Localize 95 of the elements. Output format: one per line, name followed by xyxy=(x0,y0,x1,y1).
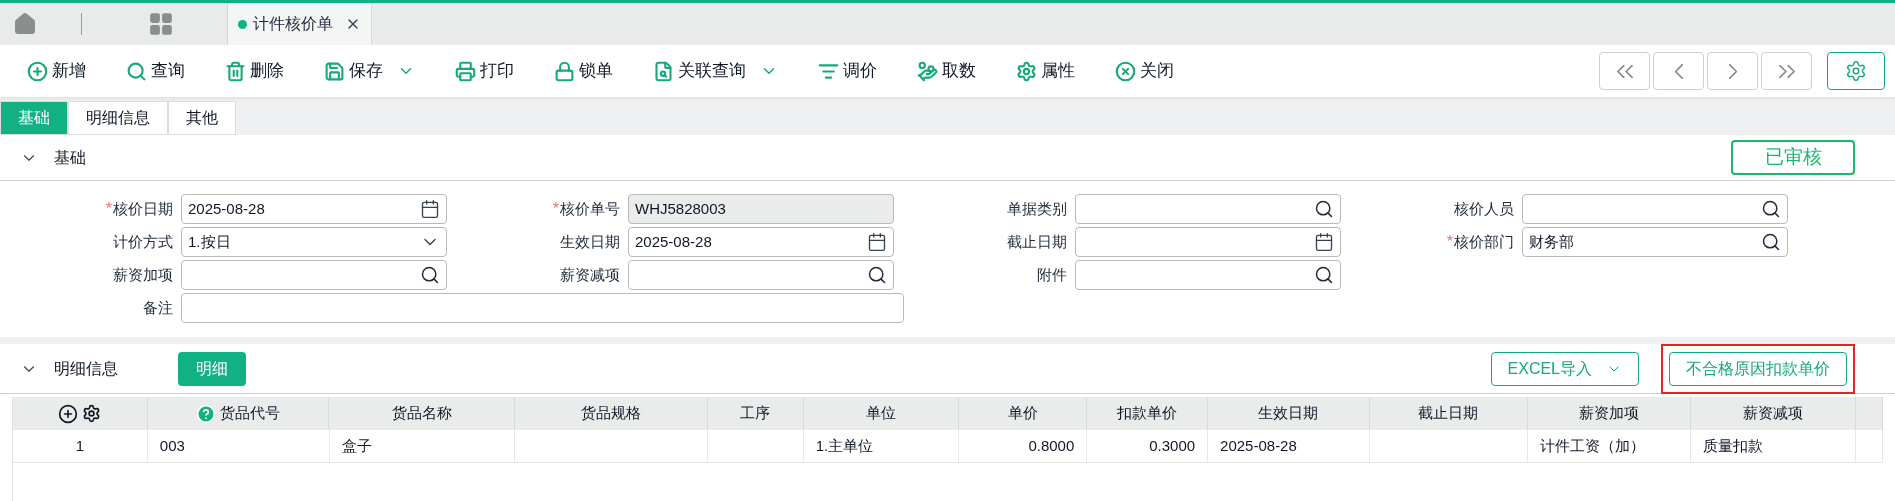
toolbar-button[interactable]: 保存 xyxy=(324,58,415,84)
search-icon[interactable] xyxy=(420,265,440,285)
help-icon[interactable] xyxy=(196,403,217,424)
document-tab[interactable]: 计件核价单 xyxy=(227,3,372,45)
column-header: 薪资加项 xyxy=(1578,403,1639,424)
toolbar-button[interactable]: 删除 xyxy=(225,58,284,84)
input-field[interactable]: 2025-08-28 xyxy=(181,194,447,224)
tab[interactable]: 其他 xyxy=(168,101,236,135)
field-label: 核价人员 xyxy=(1454,198,1514,219)
required-mark: * xyxy=(1446,232,1453,252)
toolbar-button[interactable]: 取数 xyxy=(917,58,976,84)
column-header: 货品规格 xyxy=(581,403,642,424)
column-header: 工序 xyxy=(740,403,771,424)
field-label: 单据类别 xyxy=(1007,198,1067,219)
column-header: 扣款单价 xyxy=(1117,403,1178,424)
required-mark: * xyxy=(105,199,112,219)
column-header: 单价 xyxy=(1007,403,1038,424)
detail-tag: 明细 xyxy=(178,351,246,386)
plus-circle-icon xyxy=(27,60,48,82)
input-field[interactable] xyxy=(1075,260,1341,290)
search-icon[interactable] xyxy=(867,265,887,285)
field-label: 截止日期 xyxy=(1007,231,1067,252)
toolbar-button[interactable]: 锁单 xyxy=(554,58,613,84)
toolbar-button[interactable]: 关闭 xyxy=(1115,58,1174,84)
input-field[interactable]: 1.按日 xyxy=(181,227,447,257)
table-cell-text: 1.主单位 xyxy=(815,435,874,456)
settings-button[interactable] xyxy=(1827,52,1885,90)
chevron-right-icon xyxy=(1728,63,1737,79)
gear-icon xyxy=(1016,60,1037,82)
input-field[interactable] xyxy=(1075,194,1341,224)
input-field[interactable] xyxy=(1522,194,1788,224)
toolbar-button[interactable]: 调价 xyxy=(818,58,877,84)
field-label: 核价单号 xyxy=(560,198,620,219)
double-chevron-left-icon xyxy=(1616,64,1633,78)
column-header: 生效日期 xyxy=(1258,403,1319,424)
tab[interactable]: 明细信息 xyxy=(68,101,168,135)
table-cell-text: 盒子 xyxy=(341,435,372,456)
field-label: 生效日期 xyxy=(560,231,620,252)
calendar-icon[interactable] xyxy=(1314,232,1334,252)
printer-icon xyxy=(455,60,476,82)
field-label: 薪资减项 xyxy=(560,264,620,285)
input-field[interactable] xyxy=(181,260,447,290)
required-mark: * xyxy=(552,199,559,219)
column-header: 截止日期 xyxy=(1418,403,1479,424)
column-header: 货品代号 xyxy=(220,403,281,424)
approved-stamp: 已审核 xyxy=(1731,140,1855,175)
last-page-button[interactable] xyxy=(1761,52,1812,90)
table-cell-text: 1 xyxy=(75,435,85,456)
settings-icon xyxy=(1845,60,1867,82)
column-header: 货品名称 xyxy=(391,403,452,424)
field-label: 备注 xyxy=(143,297,173,318)
table-cell-text: 0.8000 xyxy=(1028,435,1075,456)
table-cell-text: 0.3000 xyxy=(1149,435,1196,456)
toolbar-button[interactable]: 新增 xyxy=(27,58,86,84)
add-row-icon[interactable] xyxy=(58,403,79,424)
search-icon[interactable] xyxy=(1761,199,1781,219)
field-label: 核价日期 xyxy=(113,198,173,219)
section-title: 基础 xyxy=(54,147,86,168)
save-icon xyxy=(324,60,345,82)
double-chevron-right-icon xyxy=(1778,64,1795,78)
calendar-icon[interactable] xyxy=(867,232,887,252)
table-cell-text: 2025-08-28 xyxy=(1220,435,1297,456)
first-page-button[interactable] xyxy=(1599,52,1650,90)
search-icon[interactable] xyxy=(1314,199,1334,219)
input-field[interactable] xyxy=(1075,227,1341,257)
table-cell-text: 003 xyxy=(159,435,185,456)
trash-icon xyxy=(225,60,246,82)
toolbar-button[interactable]: 查询 xyxy=(126,58,185,84)
close-circle-icon xyxy=(1115,60,1136,82)
input-field[interactable] xyxy=(181,293,904,323)
input-field[interactable]: 2025-08-28 xyxy=(628,227,894,257)
gear-icon[interactable] xyxy=(82,404,102,423)
search-icon[interactable] xyxy=(1314,265,1334,285)
calendar-icon[interactable] xyxy=(420,199,440,219)
toolbar-button[interactable]: 关联查询 xyxy=(653,58,778,84)
chevron-left-icon xyxy=(1674,63,1683,79)
table-cell-text: 质量扣款 xyxy=(1703,435,1764,456)
field-label: 附件 xyxy=(1037,264,1067,285)
input-field[interactable]: 财务部 xyxy=(1522,227,1788,257)
apps-grid-icon[interactable] xyxy=(148,11,174,37)
home-icon[interactable] xyxy=(13,12,37,36)
field-label: 计价方式 xyxy=(113,231,173,252)
lock-icon xyxy=(554,60,575,82)
input-field[interactable] xyxy=(628,260,894,290)
search-icon[interactable] xyxy=(1761,232,1781,252)
field-label: 核价部门 xyxy=(1454,231,1514,252)
hand-coin-icon xyxy=(917,60,938,82)
section-title: 明细信息 xyxy=(54,358,118,379)
field-label: 薪资加项 xyxy=(113,264,173,285)
column-header: 单位 xyxy=(866,403,897,424)
column-header: 薪资减项 xyxy=(1743,403,1804,424)
toolbar-button[interactable]: 属性 xyxy=(1016,58,1075,84)
search-icon xyxy=(126,60,147,82)
toolbar-button[interactable]: 打印 xyxy=(455,58,514,84)
table-cell-text: 计件工资（加） xyxy=(1539,435,1645,456)
